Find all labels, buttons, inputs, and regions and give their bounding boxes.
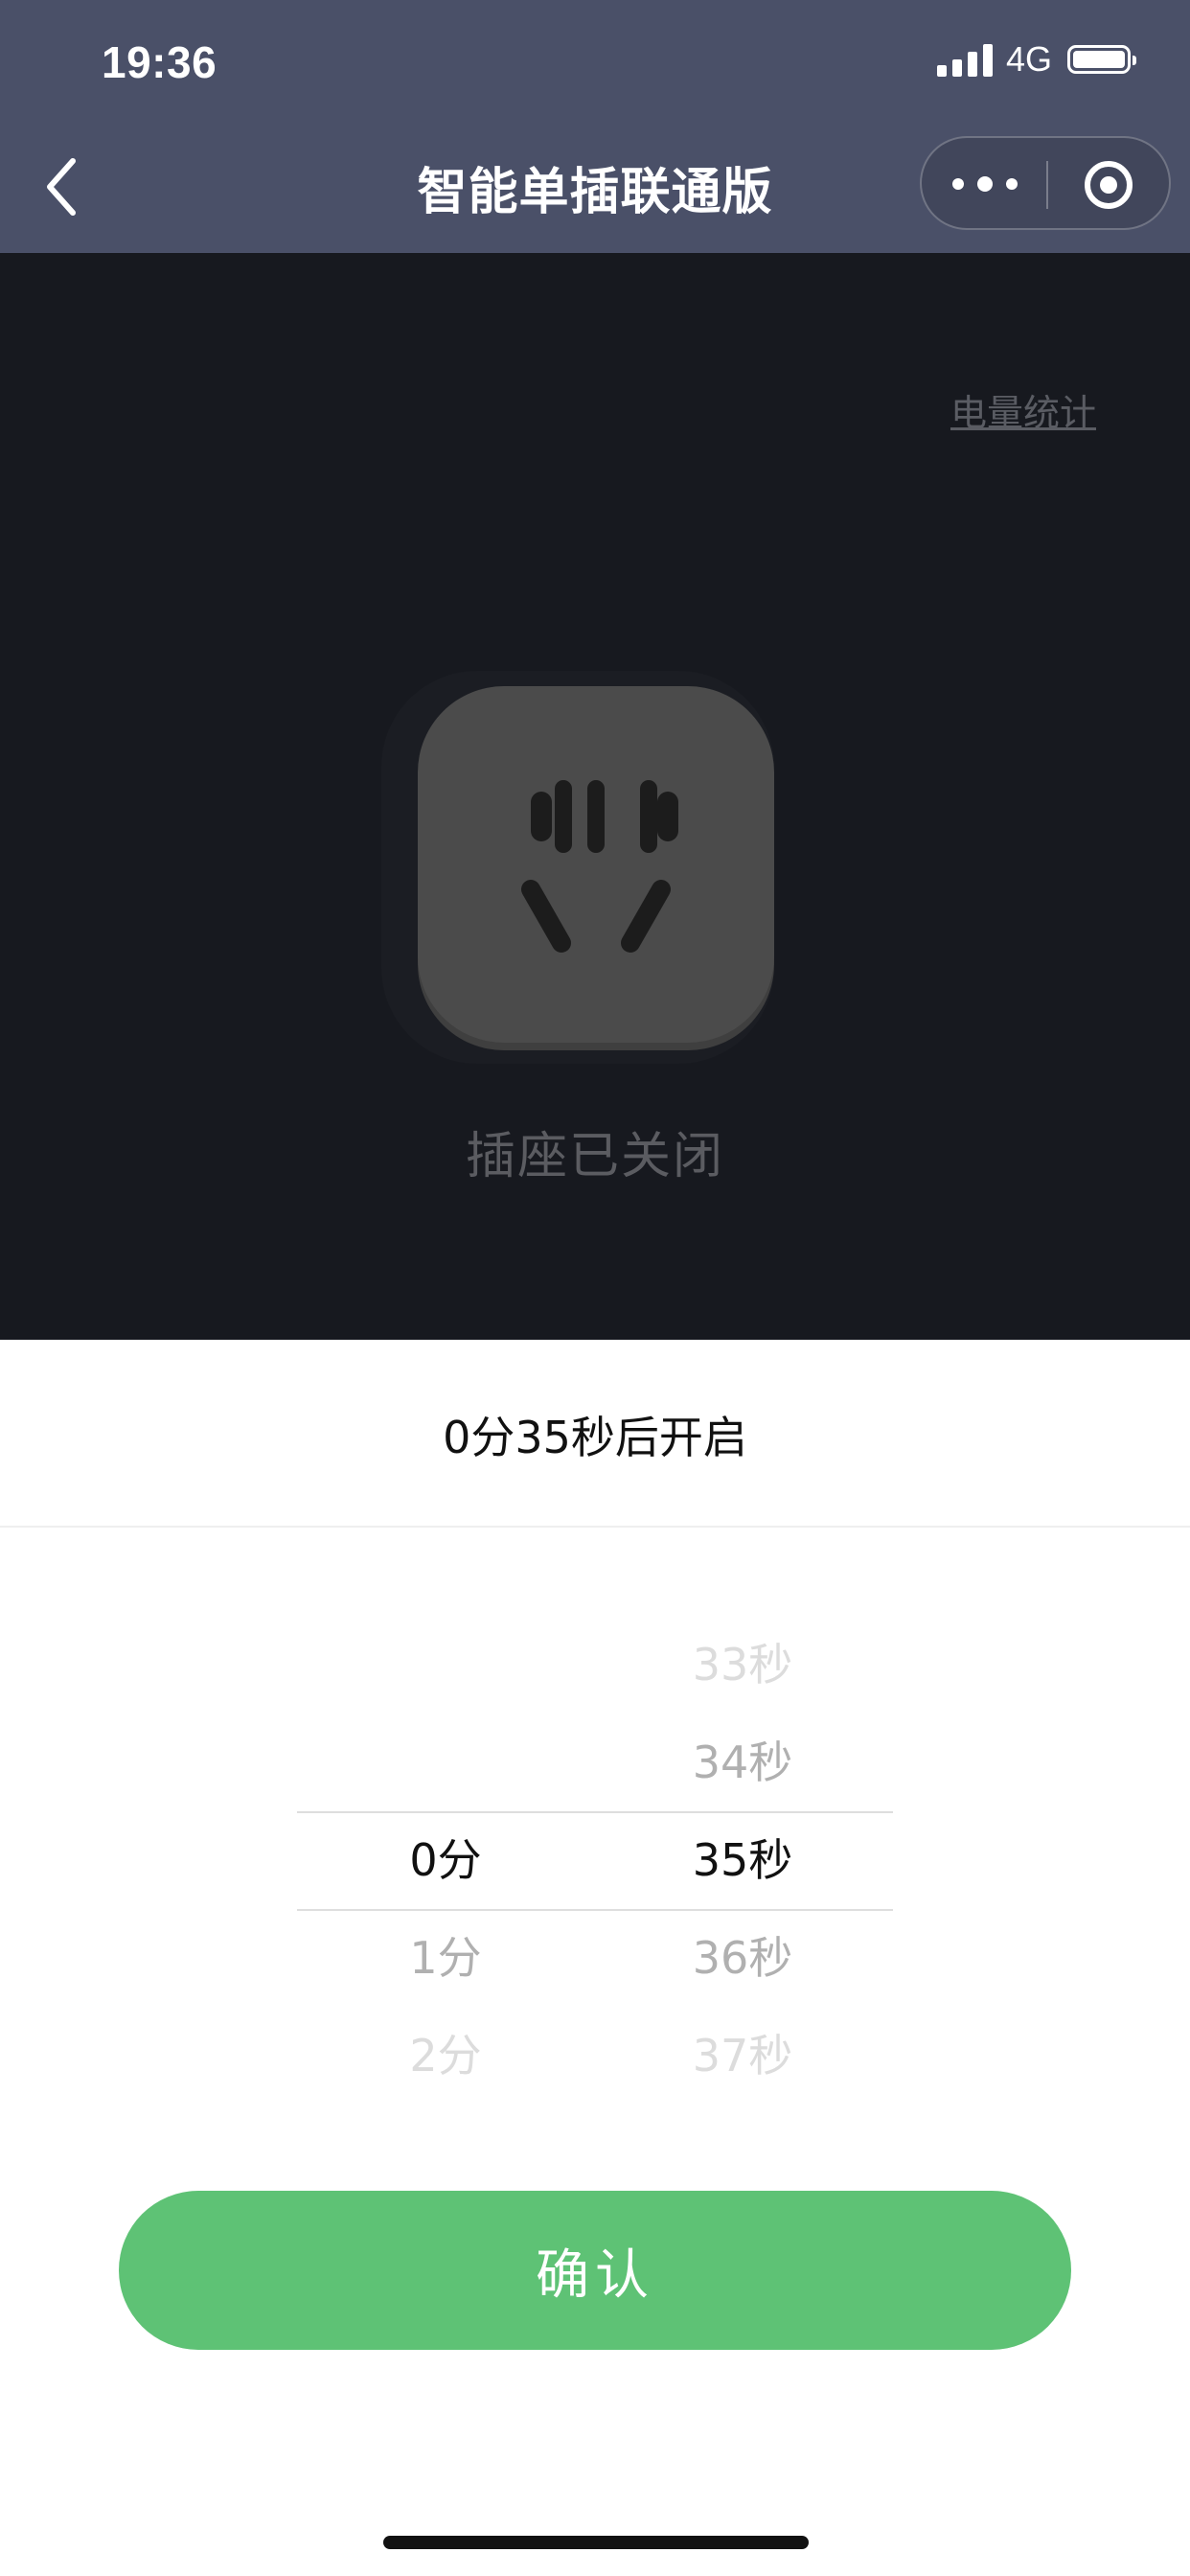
picker-option-second[interactable]: 34秒 [594, 1714, 891, 1811]
picker-option-second[interactable]: 37秒 [594, 2007, 891, 2104]
network-type: 4G [1005, 39, 1052, 79]
socket-status-text: 插座已关闭 [465, 1128, 724, 1185]
minute-column[interactable]: 0分 1分 2分 [297, 1811, 594, 2104]
status-indicators: 4G [936, 39, 1136, 79]
app-header: 19:36 4G 智能单插联通版 [0, 0, 1190, 253]
status-time: 19:36 [102, 37, 217, 87]
socket-icon [521, 780, 678, 953]
close-miniprogram-icon[interactable] [1083, 159, 1134, 211]
capsule-divider [1046, 161, 1048, 209]
socket-power-button[interactable] [418, 686, 774, 1043]
power-stats-link[interactable]: 电量统计 [950, 383, 1096, 436]
device-panel: 电量统计 插座已关闭 [0, 253, 1190, 1340]
miniprogram-capsule [920, 136, 1171, 230]
second-column[interactable]: 33秒 34秒 35秒 36秒 37秒 [594, 1616, 891, 2104]
picker-option-minute[interactable]: 1分 [297, 1909, 594, 2007]
more-icon[interactable] [950, 163, 1019, 207]
confirm-button[interactable]: 确认 [119, 2191, 1071, 2350]
picker-option-minute[interactable]: 0分 [297, 1811, 594, 1909]
picker-option-second[interactable]: 33秒 [594, 1616, 891, 1714]
timer-summary: 0分35秒后开启 [443, 1412, 747, 1463]
battery-icon [1067, 45, 1136, 74]
home-indicator [383, 2536, 809, 2549]
time-picker[interactable]: 0分 1分 2分 33秒 34秒 35秒 36秒 37秒 [0, 1581, 1190, 2082]
picker-option-second[interactable]: 36秒 [594, 1909, 891, 2007]
picker-option-second[interactable]: 35秒 [594, 1811, 891, 1909]
picker-option-minute[interactable]: 2分 [297, 2007, 594, 2104]
sheet-divider [0, 1526, 1190, 1528]
signal-icon [936, 42, 993, 77]
